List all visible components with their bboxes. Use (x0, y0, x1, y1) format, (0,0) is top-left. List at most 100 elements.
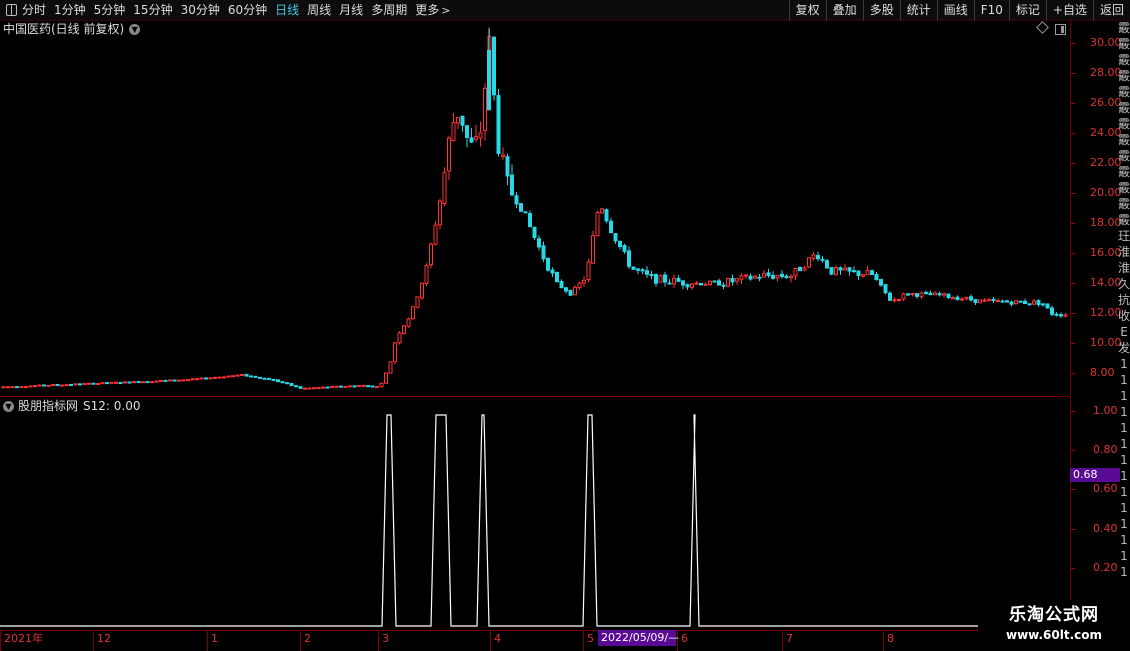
candle-body (1000, 300, 1005, 303)
candle-body (123, 381, 127, 384)
candle-body (60, 384, 64, 387)
period-monthly[interactable]: 月线 (339, 0, 363, 20)
candle-body (865, 270, 870, 276)
candle-body (325, 386, 330, 389)
candle-body (159, 379, 163, 382)
candle-body (820, 258, 825, 261)
restore-rights-button[interactable]: 复权 (788, 0, 826, 20)
chevron-right-icon: > (441, 4, 451, 17)
draw-line-button[interactable]: 画线 (936, 0, 974, 20)
sidebar-toggle-icon[interactable] (6, 4, 17, 16)
candle-body (910, 293, 915, 296)
candle-body (726, 277, 730, 287)
strip-char: 1 (1120, 453, 1128, 467)
candle-body (366, 385, 370, 388)
watermark: 乐淘公式网 www.60lt.com (978, 600, 1130, 650)
multi-stock-button[interactable]: 多股 (862, 0, 900, 20)
period-60min[interactable]: 60分钟 (228, 0, 267, 20)
candle-body (843, 267, 847, 271)
candle-body (717, 280, 721, 286)
strip-char: 霰 (1118, 165, 1130, 179)
candle-body (127, 381, 132, 384)
period-weekly[interactable]: 周线 (307, 0, 331, 20)
candle-body (6, 386, 10, 389)
candle-body (267, 377, 271, 380)
candle-body (847, 267, 852, 272)
candle-body (1018, 300, 1023, 303)
candle-body (361, 384, 366, 387)
candle-body (163, 379, 168, 382)
date-tick: 7 (782, 631, 793, 651)
overlay-button[interactable]: 叠加 (825, 0, 863, 20)
strip-char: 1 (1120, 421, 1128, 435)
candle-body (636, 268, 640, 271)
price-tick: 16.00 (1071, 247, 1122, 259)
price-tick: 14.00 (1071, 277, 1122, 289)
candle-body (231, 375, 235, 378)
candle-body (442, 172, 447, 205)
candle-body (861, 274, 865, 277)
indicator-tick: 0.20 (1071, 561, 1119, 574)
candle-body (771, 274, 775, 279)
period-30min[interactable]: 30分钟 (181, 0, 220, 20)
candle-body (1005, 300, 1009, 303)
mark-button[interactable]: 标记 (1008, 0, 1046, 20)
candle-body (240, 374, 244, 377)
candle-body (1041, 303, 1045, 306)
date-tick: 4 (490, 631, 501, 651)
strip-char: 收 (1118, 309, 1130, 323)
strip-char: 1 (1120, 565, 1128, 579)
candle-body (424, 265, 429, 285)
candle-body (280, 381, 285, 384)
period-5min[interactable]: 5分钟 (94, 0, 126, 20)
period-1min[interactable]: 1分钟 (54, 0, 86, 20)
candle-body (834, 267, 838, 276)
strip-char: 玨 (1118, 229, 1130, 243)
candle-body (735, 278, 739, 282)
back-button[interactable]: 返回 (1092, 0, 1130, 20)
candle-body (339, 385, 343, 388)
candle-body (1023, 300, 1027, 304)
strip-char: 霰 (1118, 85, 1130, 99)
strip-char: 抗 (1118, 293, 1130, 307)
candle-body (258, 376, 262, 379)
candle-body (415, 296, 420, 308)
period-more[interactable]: 更多 > (415, 0, 450, 20)
candle-body (262, 377, 267, 380)
statistics-button[interactable]: 统计 (899, 0, 937, 20)
strip-char: 1 (1120, 357, 1128, 371)
strip-char: 1 (1120, 533, 1128, 547)
candle-body (924, 291, 928, 294)
candle-body (190, 378, 195, 381)
candle-body (177, 379, 181, 382)
candle-body (226, 375, 231, 378)
strip-char: 1 (1120, 549, 1128, 563)
candle-body (915, 293, 919, 297)
candle-body (114, 381, 118, 384)
period-fenshi[interactable]: 分时 (22, 0, 46, 20)
candle-body (64, 384, 69, 387)
price-tick: 20.00 (1071, 186, 1122, 199)
f10-button[interactable]: F10 (973, 0, 1009, 20)
indicator-chart[interactable] (0, 397, 1070, 630)
candle-body (168, 379, 172, 382)
candle-body (271, 379, 276, 382)
candle-body (195, 378, 199, 381)
candle-body (510, 174, 514, 196)
strip-char: 霰 (1118, 101, 1130, 115)
candle-body (109, 381, 114, 384)
period-15min[interactable]: 15分钟 (133, 0, 172, 20)
candle-body (789, 275, 793, 279)
strip-char: 1 (1120, 405, 1128, 419)
candle-body (721, 284, 726, 287)
add-watchlist-button[interactable]: +自选 (1045, 0, 1093, 20)
period-daily[interactable]: 日线 (275, 0, 299, 20)
candlestick-chart[interactable] (0, 20, 1070, 396)
candle-body (334, 385, 339, 388)
candle-body (244, 373, 249, 377)
candle-body (609, 220, 613, 234)
candle-body (690, 283, 694, 288)
candle-body (285, 382, 289, 385)
period-multi[interactable]: 多周期 (371, 0, 407, 20)
candle-body (492, 36, 496, 96)
